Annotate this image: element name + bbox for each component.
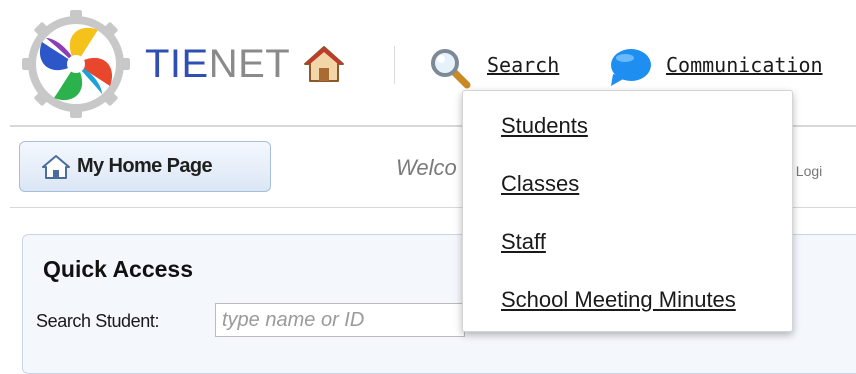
my-home-page-button[interactable]: My Home Page <box>19 141 271 192</box>
menu-item-staff[interactable]: Staff <box>501 229 546 255</box>
search-student-input[interactable] <box>215 303 465 337</box>
search-student-label: Search Student: <box>36 311 160 331</box>
quick-access-title: Quick Access <box>43 256 194 282</box>
header-divider <box>394 46 395 84</box>
home-icon[interactable] <box>303 44 345 84</box>
last-login-text: t Logi <box>788 163 823 179</box>
menu-item-students[interactable]: Students <box>501 113 588 139</box>
menu-item-school-meeting-minutes[interactable]: School Meeting Minutes <box>501 287 736 313</box>
my-home-page-label: My Home Page <box>77 155 213 177</box>
nav-communication-link[interactable]: Communication <box>666 51 823 79</box>
chat-bubble-icon[interactable] <box>607 46 653 88</box>
brand-tie: TIE <box>145 42 209 86</box>
search-dropdown-menu: Students Classes Staff School Meeting Mi… <box>462 90 793 332</box>
brand-wordmark: TIENET <box>145 41 290 87</box>
nav-search-link[interactable]: Search <box>487 51 559 79</box>
magnifier-icon[interactable] <box>428 46 472 90</box>
brand-net: NET <box>208 42 291 86</box>
home-outline-icon <box>42 154 70 179</box>
tienet-logo-icon[interactable] <box>20 8 132 120</box>
welcome-text: Welco <box>396 155 457 180</box>
menu-item-classes[interactable]: Classes <box>501 171 579 197</box>
